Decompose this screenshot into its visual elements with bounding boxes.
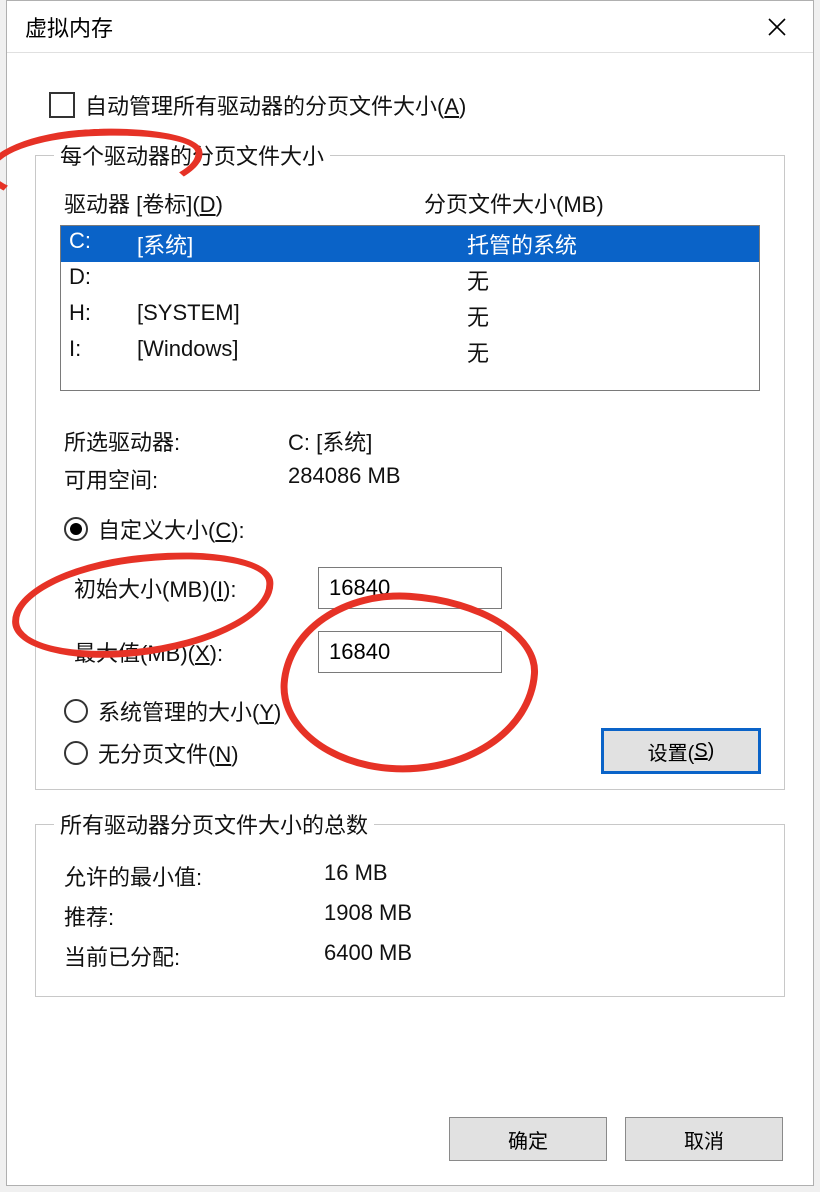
max-size-input[interactable] (318, 631, 502, 673)
dialog-content: 自动管理所有驱动器的分页文件大小(A) 每个驱动器的分页文件大小 驱动器 [卷标… (7, 53, 813, 1097)
no-paging-label: 无分页文件(N) (98, 737, 239, 769)
custom-size-radio[interactable] (64, 517, 88, 541)
set-button[interactable]: 设置(S) (602, 729, 760, 773)
auto-manage-row[interactable]: 自动管理所有驱动器的分页文件大小(A) (49, 89, 789, 121)
allocated-value: 6400 MB (324, 940, 412, 972)
drive-header-size: 分页文件大小(MB) (424, 187, 766, 219)
close-button[interactable] (755, 5, 799, 49)
selected-drive-info: 所选驱动器: C: [系统] 可用空间: 284086 MB (64, 425, 766, 495)
custom-size-radio-row[interactable]: 自定义大小(C): (64, 513, 766, 545)
system-managed-label: 系统管理的大小(Y) (98, 695, 281, 727)
initial-size-input[interactable] (318, 567, 502, 609)
totals-group: 所有驱动器分页文件大小的总数 允许的最小值: 16 MB 推荐: 1908 MB… (35, 808, 785, 997)
recommended-value: 1908 MB (324, 900, 412, 932)
per-drive-legend: 每个驱动器的分页文件大小 (54, 139, 330, 171)
drive-list-header: 驱动器 [卷标](D) 分页文件大小(MB) (64, 187, 766, 219)
custom-size-label: 自定义大小(C): (98, 513, 245, 545)
max-size-label: 最大值(MB)(X): (74, 636, 318, 668)
min-allowed-value: 16 MB (324, 860, 388, 892)
allocated-label: 当前已分配: (64, 940, 324, 972)
ok-button[interactable]: 确定 (449, 1117, 607, 1161)
per-drive-group: 每个驱动器的分页文件大小 驱动器 [卷标](D) 分页文件大小(MB) C: [… (35, 139, 785, 790)
selected-drive-label: 所选驱动器: (64, 425, 288, 457)
drive-row[interactable]: H: [SYSTEM] 无 (61, 298, 759, 334)
initial-size-label: 初始大小(MB)(I): (74, 572, 318, 604)
titlebar: 虚拟内存 (7, 1, 813, 53)
auto-manage-checkbox[interactable] (49, 92, 75, 118)
cancel-button[interactable]: 取消 (625, 1117, 783, 1161)
dialog-footer: 确定 取消 (7, 1097, 813, 1185)
drive-row[interactable]: C: [系统] 托管的系统 (61, 226, 759, 262)
recommended-label: 推荐: (64, 900, 324, 932)
drive-list[interactable]: C: [系统] 托管的系统 D: 无 H: [SYSTEM] 无 I: [Win… (60, 225, 760, 391)
totals-legend: 所有驱动器分页文件大小的总数 (54, 808, 374, 840)
drive-row[interactable]: D: 无 (61, 262, 759, 298)
auto-manage-label: 自动管理所有驱动器的分页文件大小(A) (85, 89, 466, 121)
no-paging-radio[interactable] (64, 741, 88, 765)
system-managed-radio[interactable] (64, 699, 88, 723)
system-managed-radio-row[interactable]: 系统管理的大小(Y) (64, 695, 766, 727)
virtual-memory-dialog: 虚拟内存 自动管理所有驱动器的分页文件大小(A) 每个驱动器的分页文件大小 驱动… (6, 0, 814, 1186)
dialog-title: 虚拟内存 (25, 11, 755, 43)
available-space-label: 可用空间: (64, 463, 288, 495)
available-space-value: 284086 MB (288, 463, 401, 495)
drive-row[interactable]: I: [Windows] 无 (61, 334, 759, 370)
close-icon (768, 18, 786, 36)
min-allowed-label: 允许的最小值: (64, 860, 324, 892)
drive-header-drive: 驱动器 [卷标](D) (64, 187, 424, 219)
selected-drive-value: C: [系统] (288, 425, 372, 457)
